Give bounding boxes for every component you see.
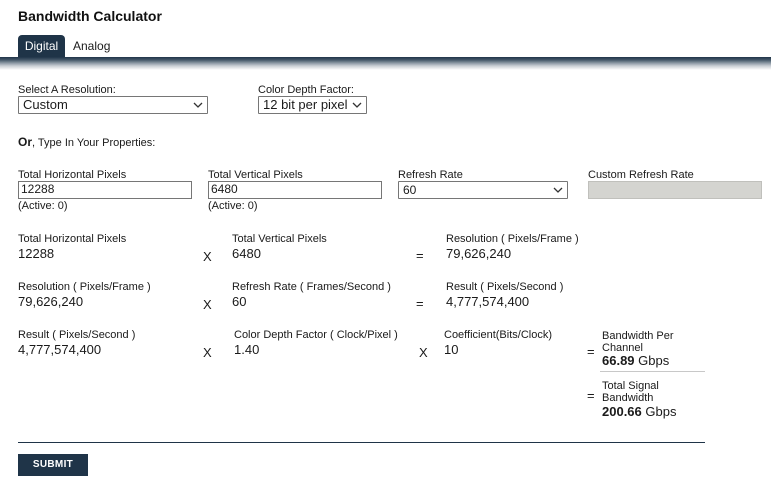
total-signal-bandwidth-value: 200.66 Gbps (602, 404, 677, 419)
bandwidth-per-channel-value: 66.89 Gbps (602, 353, 670, 368)
refresh-rate-label: Refresh Rate (398, 169, 463, 181)
row3-color-depth-label: Color Depth Factor ( Clock/Pixel ) (234, 329, 398, 341)
multiply-operator: X (203, 297, 212, 312)
multiply-operator: X (203, 249, 212, 264)
tab-analog[interactable]: Analog (65, 35, 118, 59)
chevron-down-icon (193, 102, 203, 108)
row3-color-depth-value: 1.40 (234, 342, 260, 357)
row2-result-label: Result ( Pixels/Second ) (446, 281, 564, 293)
or-type-properties-text: Or, Type In Your Properties: (18, 135, 156, 149)
row2-refresh-value: 60 (232, 294, 247, 309)
row3-coefficient-label: Coefficient(Bits/Clock) (444, 329, 552, 341)
h-pixels-active: (Active: 0) (18, 200, 68, 212)
h-pixels-input[interactable]: 12288 (18, 181, 192, 199)
equals-operator: = (587, 344, 595, 359)
row3-coefficient-value: 10 (444, 342, 459, 357)
row2-resolution-label: Resolution ( Pixels/Frame ) (18, 281, 151, 293)
equals-operator: = (587, 388, 595, 403)
refresh-rate-select-value: 60 (403, 183, 417, 197)
chevron-down-icon (352, 102, 362, 108)
v-pixels-active: (Active: 0) (208, 200, 258, 212)
tab-underline-bar (0, 57, 771, 70)
bandwidth-per-channel-label: Bandwidth Per Channel (602, 330, 674, 354)
row1-resolution-label: Resolution ( Pixels/Frame ) (446, 233, 579, 245)
row3-result-label: Result ( Pixels/Second ) (18, 329, 136, 341)
row3-result-value: 4,777,574,400 (18, 342, 102, 357)
form-divider (18, 442, 705, 443)
submit-button[interactable]: SUBMIT (18, 454, 88, 476)
row1-v-pixels-label: Total Vertical Pixels (232, 233, 327, 245)
row1-resolution-value: 79,626,240 (446, 246, 512, 261)
row2-result-value: 4,777,574,400 (446, 294, 530, 309)
custom-refresh-label: Custom Refresh Rate (588, 169, 694, 181)
row1-h-pixels-value: 12288 (18, 246, 55, 261)
row2-resolution-value: 79,626,240 (18, 294, 84, 309)
equals-operator: = (416, 248, 424, 263)
multiply-operator: X (419, 345, 428, 360)
refresh-rate-select[interactable]: 60 (398, 181, 568, 199)
row2-refresh-label: Refresh Rate ( Frames/Second ) (232, 281, 391, 293)
color-depth-select-value: 12 bit per pixel (263, 97, 348, 112)
resolution-select-label: Select A Resolution: (18, 84, 116, 96)
v-pixels-input[interactable]: 6480 (208, 181, 382, 199)
resolution-select-value: Custom (23, 97, 68, 112)
equals-operator: = (416, 296, 424, 311)
page-title: Bandwidth Calculator (18, 8, 162, 24)
row1-h-pixels-label: Total Horizontal Pixels (18, 233, 127, 245)
result-divider (600, 371, 705, 372)
custom-refresh-input[interactable] (588, 181, 762, 199)
multiply-operator: X (203, 345, 212, 360)
tab-digital[interactable]: Digital (18, 35, 65, 59)
h-pixels-label: Total Horizontal Pixels (18, 169, 127, 181)
row1-v-pixels-value: 6480 (232, 246, 261, 261)
v-pixels-label: Total Vertical Pixels (208, 169, 303, 181)
resolution-select[interactable]: Custom (18, 96, 208, 114)
total-signal-bandwidth-label: Total Signal Bandwidth (602, 380, 659, 404)
color-depth-select[interactable]: 12 bit per pixel (258, 96, 367, 114)
chevron-down-icon (553, 187, 563, 193)
color-depth-select-label: Color Depth Factor: (258, 84, 354, 96)
